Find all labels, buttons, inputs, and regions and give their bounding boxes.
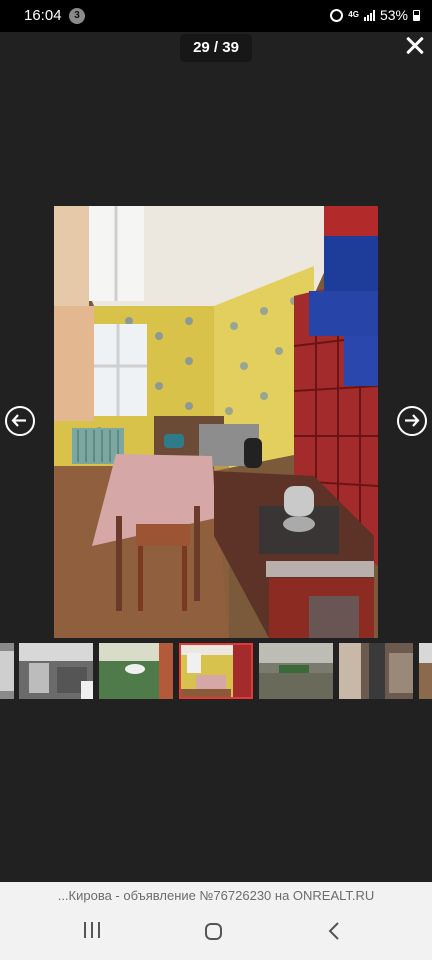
battery-icon [413,9,420,21]
network-type: 4G [348,10,359,19]
thumb-hallway[interactable] [339,643,413,699]
thumb-green-room[interactable] [99,643,173,699]
thumb-current[interactable] [179,643,253,699]
previous-photo-button[interactable] [5,406,35,436]
thumb-partial-right[interactable] [419,643,432,699]
recent-apps-button[interactable] [84,922,100,938]
next-photo-button[interactable] [397,406,427,436]
back-chevron-icon [328,922,339,940]
thumbnail-strip[interactable] [0,643,432,701]
alarm-icon [330,8,344,22]
thumb-kitchen-stove[interactable] [19,643,93,699]
kitchen-interior-photo [54,206,378,638]
thumb-partial[interactable] [0,643,14,699]
status-time: 16:04 [24,7,62,24]
arrow-right-circle-icon [405,414,420,427]
photo-counter: 29 / 39 [180,34,252,62]
status-bar: 16:04 3 4G 53% [0,0,432,32]
listing-source-text: ...Кирова - объявление №76726230 на ONRE… [57,888,375,903]
close-icon[interactable] [402,33,428,59]
thumb-yard[interactable] [259,643,333,699]
back-button[interactable] [328,922,340,945]
home-button[interactable] [205,923,222,940]
arrow-left-circle-icon [11,414,26,427]
status-icons: 4G 53% [330,7,420,23]
bottom-bar: ...Кирова - объявление №76726230 на ONRE… [0,882,432,960]
signal-icon [363,9,375,21]
notification-count-badge: 3 [69,8,85,24]
battery-percent: 53% [379,7,408,23]
photo-illustration [54,206,378,638]
